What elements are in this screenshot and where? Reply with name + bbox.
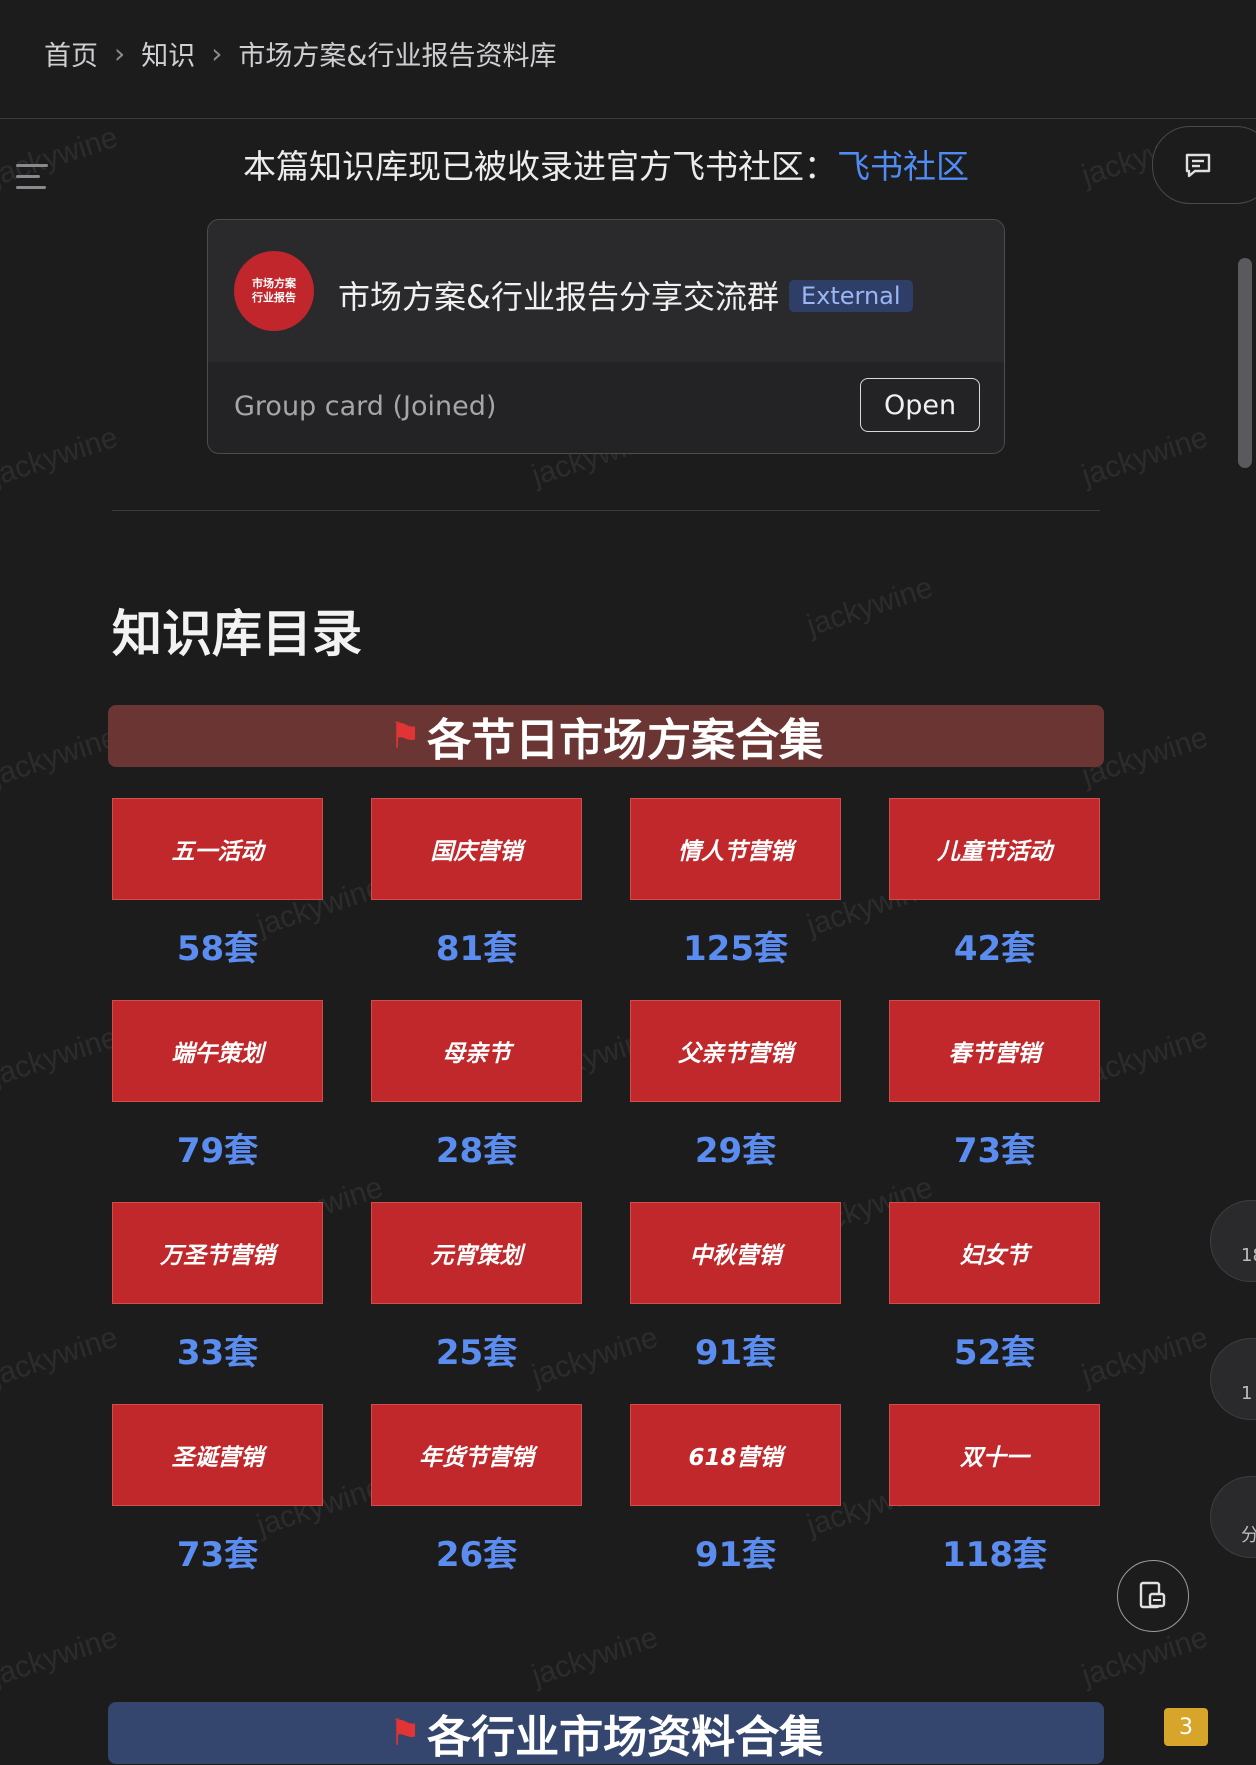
breadcrumb: 首页 › 知识 › 市场方案&行业报告资料库 [44, 34, 556, 73]
watermark: jackywine [0, 1620, 122, 1693]
chevron-right-icon: › [211, 37, 223, 70]
tile-count: 79套 [176, 1131, 259, 1171]
community-link[interactable]: 飞书社区 [837, 147, 969, 186]
chevron-right-icon: › [114, 37, 126, 70]
watermark: jackywine [0, 1020, 122, 1093]
group-name: 市场方案&行业报告分享交流群 External [338, 272, 913, 318]
watermark: jackywine [0, 720, 122, 793]
external-badge: External [788, 280, 913, 312]
section-title: 知识库目录 [112, 605, 362, 663]
comment-button[interactable] [1152, 126, 1256, 204]
breadcrumb-current[interactable]: 市场方案&行业报告资料库 [238, 34, 556, 73]
notice-text: 本篇知识库现已被收录进官方飞书社区： [243, 147, 837, 186]
scrollbar[interactable] [1238, 258, 1252, 468]
tile-count: 25套 [435, 1333, 518, 1373]
watermark: jackywine [802, 570, 937, 643]
banner-festival: ⚑ 各节日市场方案合集 [108, 705, 1104, 767]
tile-count: 26套 [435, 1535, 518, 1575]
tile-count: 125套 [683, 929, 788, 969]
tile-count: 81套 [435, 929, 518, 969]
watermark: jackywine [0, 1320, 122, 1393]
group-card: 市场方案 行业报告 市场方案&行业报告分享交流群 External Group c… [207, 219, 1005, 454]
document-button[interactable] [1117, 1560, 1189, 1632]
like-count: 18 [1241, 1245, 1256, 1266]
tile-nianhuojie[interactable]: 年货节营销 [371, 1404, 582, 1506]
tile-count: 91套 [694, 1535, 777, 1575]
tile-shengdan[interactable]: 圣诞营销 [112, 1404, 323, 1506]
tile-funvjie[interactable]: 妇女节 [889, 1202, 1100, 1304]
watermark: jackywine [527, 1620, 662, 1693]
tile-fuqinjie[interactable]: 父亲节营销 [630, 1000, 841, 1102]
tile-count: 73套 [953, 1131, 1036, 1171]
tile-muqinjie[interactable]: 母亲节 [371, 1000, 582, 1102]
second-count: 1 [1241, 1383, 1253, 1404]
open-button[interactable]: Open [860, 378, 980, 432]
document-icon [1139, 1581, 1166, 1609]
tile-count: 91套 [694, 1333, 777, 1373]
flag-icon: ⚑ [388, 1712, 422, 1754]
tile-count: 58套 [176, 929, 259, 969]
second-action-button[interactable]: 1 [1210, 1338, 1256, 1420]
tile-count: 28套 [435, 1131, 518, 1171]
tile-count: 33套 [176, 1333, 259, 1373]
tile-shuangshiyi[interactable]: 双十一 [889, 1404, 1100, 1506]
flag-icon: ⚑ [388, 715, 422, 757]
tile-qingrenjie[interactable]: 情人节营销 [630, 798, 841, 900]
watermark: jackywine [1077, 420, 1212, 493]
breadcrumb-home[interactable]: 首页 [44, 34, 98, 73]
share-button[interactable]: 分 [1210, 1476, 1256, 1558]
tile-wuyi[interactable]: 五一活动 [112, 798, 323, 900]
tile-count: 29套 [694, 1131, 777, 1171]
breadcrumb-knowledge[interactable]: 知识 [141, 34, 195, 73]
tile-guoqing[interactable]: 国庆营销 [371, 798, 582, 900]
banner-industry: ⚑ 各行业市场资料合集 [108, 1702, 1104, 1764]
tile-count: 73套 [176, 1535, 259, 1575]
group-avatar: 市场方案 行业报告 [234, 251, 314, 331]
watermark: jackywine [0, 420, 122, 493]
tile-count: 118套 [942, 1535, 1047, 1575]
tile-zhongqiu[interactable]: 中秋营销 [630, 1202, 841, 1304]
tile-yuanxiao[interactable]: 元宵策划 [371, 1202, 582, 1304]
tile-ertongjie[interactable]: 儿童节活动 [889, 798, 1100, 900]
watermark: jackywine [1077, 1620, 1212, 1693]
tile-wanshengjie[interactable]: 万圣节营销 [112, 1202, 323, 1304]
message-badge[interactable]: 3 [1164, 1708, 1208, 1746]
tile-count: 52套 [953, 1333, 1036, 1373]
share-label: 分 [1241, 1525, 1256, 1546]
tile-duanwu[interactable]: 端午策划 [112, 1000, 323, 1102]
notice: 本篇知识库现已被收录进官方飞书社区：飞书社区 [0, 140, 1212, 188]
tile-618[interactable]: 618营销 [630, 1404, 841, 1506]
group-status: Group card (Joined) [234, 391, 497, 422]
comment-icon [1185, 153, 1211, 178]
tile-chunjie[interactable]: 春节营销 [889, 1000, 1100, 1102]
like-button[interactable]: 18 [1210, 1200, 1256, 1282]
tile-count: 42套 [953, 929, 1036, 969]
top-bar: 首页 › 知识 › 市场方案&行业报告资料库 [0, 0, 1256, 119]
divider [112, 510, 1100, 511]
